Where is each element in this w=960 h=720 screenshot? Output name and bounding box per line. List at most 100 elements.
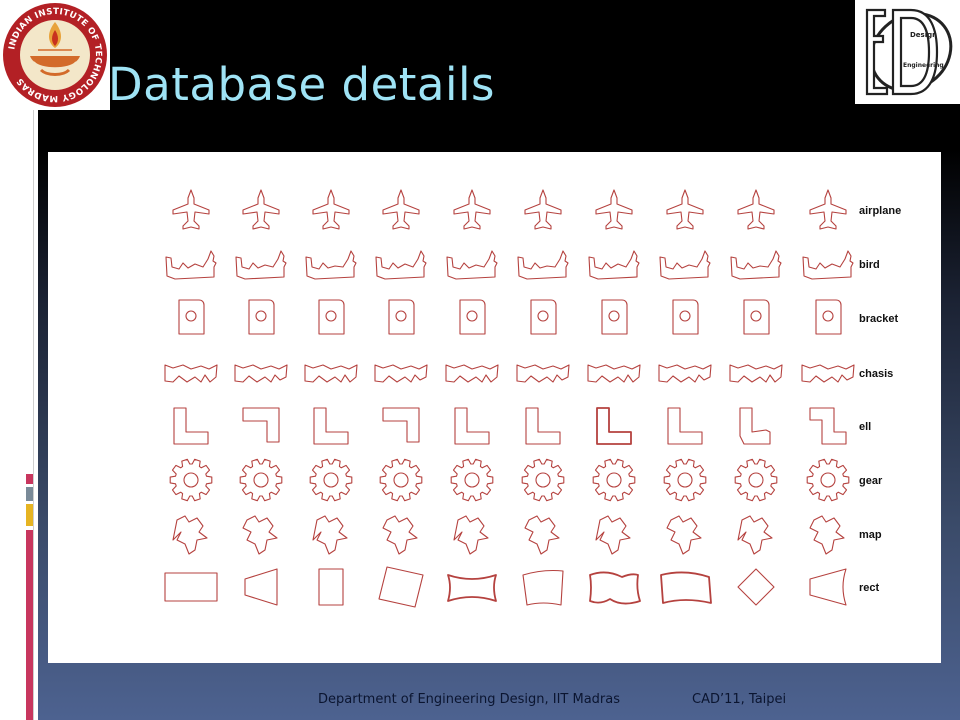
- ell-shape-2: [242, 407, 280, 443]
- category-label-rect: rect: [859, 582, 880, 594]
- chasis-shape-7: [587, 364, 641, 383]
- rect-shape-5: [447, 574, 497, 602]
- map-shape-1: [172, 515, 208, 555]
- rect-shape-1: [164, 572, 218, 602]
- rect-shape-7: [589, 571, 641, 605]
- map-shape-8: [666, 515, 702, 555]
- airplane-shape-1: [172, 189, 210, 230]
- bird-shape-1: [165, 250, 217, 280]
- map-shape-2: [242, 515, 278, 555]
- map-shape-10: [809, 515, 845, 555]
- accent-square-pink: [26, 474, 33, 484]
- ed-word-design: Design: [910, 31, 937, 39]
- ell-shape-8: [667, 407, 703, 445]
- bracket-shape-1: [178, 299, 205, 335]
- rect-shape-4: [378, 566, 424, 608]
- iitm-seal-graphic: INDIAN INSTITUTE OF TECHNOLOGY MADRAS: [3, 3, 107, 107]
- map-shape-9: [737, 515, 773, 555]
- slide-title: Database details: [108, 58, 495, 111]
- bracket-shape-10: [815, 299, 842, 335]
- category-label-airplane: airplane: [859, 205, 901, 217]
- ell-shape-3: [313, 407, 349, 445]
- bird-shape-7: [588, 250, 640, 280]
- map-shape-7: [595, 515, 631, 555]
- category-label-bird: bird: [859, 259, 880, 271]
- map-shape-3: [312, 515, 348, 555]
- chasis-shape-3: [304, 364, 358, 383]
- bracket-shape-9: [743, 299, 770, 335]
- gear-shape-10: [806, 458, 850, 502]
- bracket-shape-5: [459, 299, 486, 335]
- airplane-shape-2: [242, 189, 280, 230]
- category-label-bracket: bracket: [859, 313, 898, 325]
- category-label-chasis: chasis: [859, 368, 893, 380]
- footer-event: CAD’11, Taipei: [692, 692, 787, 707]
- ell-shape-9: [739, 407, 771, 445]
- bird-shape-8: [659, 250, 711, 280]
- chasis-shape-10: [801, 364, 855, 383]
- map-shape-4: [382, 515, 418, 555]
- bird-shape-2: [235, 250, 287, 280]
- ell-shape-6: [525, 407, 561, 445]
- gear-shape-5: [450, 458, 494, 502]
- bracket-shape-4: [388, 299, 415, 335]
- footer-department: Department of Engineering Design, IIT Ma…: [318, 692, 621, 707]
- bracket-shape-7: [601, 299, 628, 335]
- airplane-shape-6: [524, 189, 562, 230]
- category-label-gear: gear: [859, 475, 883, 487]
- margin-rule: [33, 110, 34, 720]
- category-label-map: map: [859, 529, 882, 541]
- bracket-shape-3: [318, 299, 345, 335]
- airplane-shape-8: [666, 189, 704, 230]
- rect-shape-3: [318, 568, 344, 606]
- map-shape-6: [524, 515, 560, 555]
- bird-shape-5: [446, 250, 498, 280]
- gear-shape-4: [379, 458, 423, 502]
- bird-shape-9: [730, 250, 782, 280]
- ell-shape-5: [454, 407, 490, 445]
- bird-shape-4: [375, 250, 427, 280]
- iitm-logo: INDIAN INSTITUTE OF TECHNOLOGY MADRAS: [0, 0, 110, 110]
- ell-shape-10: [809, 407, 847, 445]
- chasis-shape-8: [658, 364, 712, 383]
- engineering-design-logo: Design Engineering: [855, 0, 960, 104]
- airplane-shape-4: [382, 189, 420, 230]
- gear-shape-8: [663, 458, 707, 502]
- category-label-ell: ell: [859, 421, 871, 433]
- airplane-shape-7: [595, 189, 633, 230]
- rect-shape-10: [809, 568, 847, 606]
- shape-grid: airplane bird bracket chasis ell gear map rect: [164, 189, 901, 608]
- gear-shape-7: [592, 458, 636, 502]
- gear-shape-1: [169, 458, 213, 502]
- bracket-shape-8: [672, 299, 699, 335]
- rect-shape-9: [737, 568, 775, 606]
- chasis-shape-6: [516, 364, 570, 383]
- ell-shape-4: [382, 407, 420, 443]
- airplane-shape-10: [809, 189, 847, 230]
- gear-shape-9: [734, 458, 778, 502]
- chasis-shape-2: [234, 364, 288, 383]
- bracket-shape-6: [530, 299, 557, 335]
- bird-shape-3: [305, 250, 357, 280]
- airplane-shape-3: [312, 189, 350, 230]
- accent-square-gray: [26, 487, 33, 501]
- rect-shape-8: [660, 571, 712, 604]
- chasis-shape-4: [374, 364, 428, 383]
- accent-bar-pink: [26, 530, 33, 720]
- shape-database-figure: airplane bird bracket chasis ell gear map rect: [48, 152, 941, 663]
- ed-word-engineering: Engineering: [903, 62, 944, 69]
- bird-shape-6: [517, 250, 569, 280]
- chasis-shape-1: [164, 364, 218, 383]
- ed-logo-graphic: Design Engineering: [865, 8, 953, 96]
- chasis-shape-5: [445, 364, 499, 383]
- airplane-shape-9: [737, 189, 775, 230]
- ell-shape-1: [173, 407, 209, 445]
- gear-shape-6: [521, 458, 565, 502]
- chasis-shape-9: [729, 364, 783, 383]
- ell-shape-7: [596, 407, 632, 445]
- airplane-shape-5: [453, 189, 491, 230]
- map-shape-5: [453, 515, 489, 555]
- accent-square-gold: [26, 504, 33, 526]
- rect-shape-2: [244, 568, 278, 606]
- gear-shape-2: [239, 458, 283, 502]
